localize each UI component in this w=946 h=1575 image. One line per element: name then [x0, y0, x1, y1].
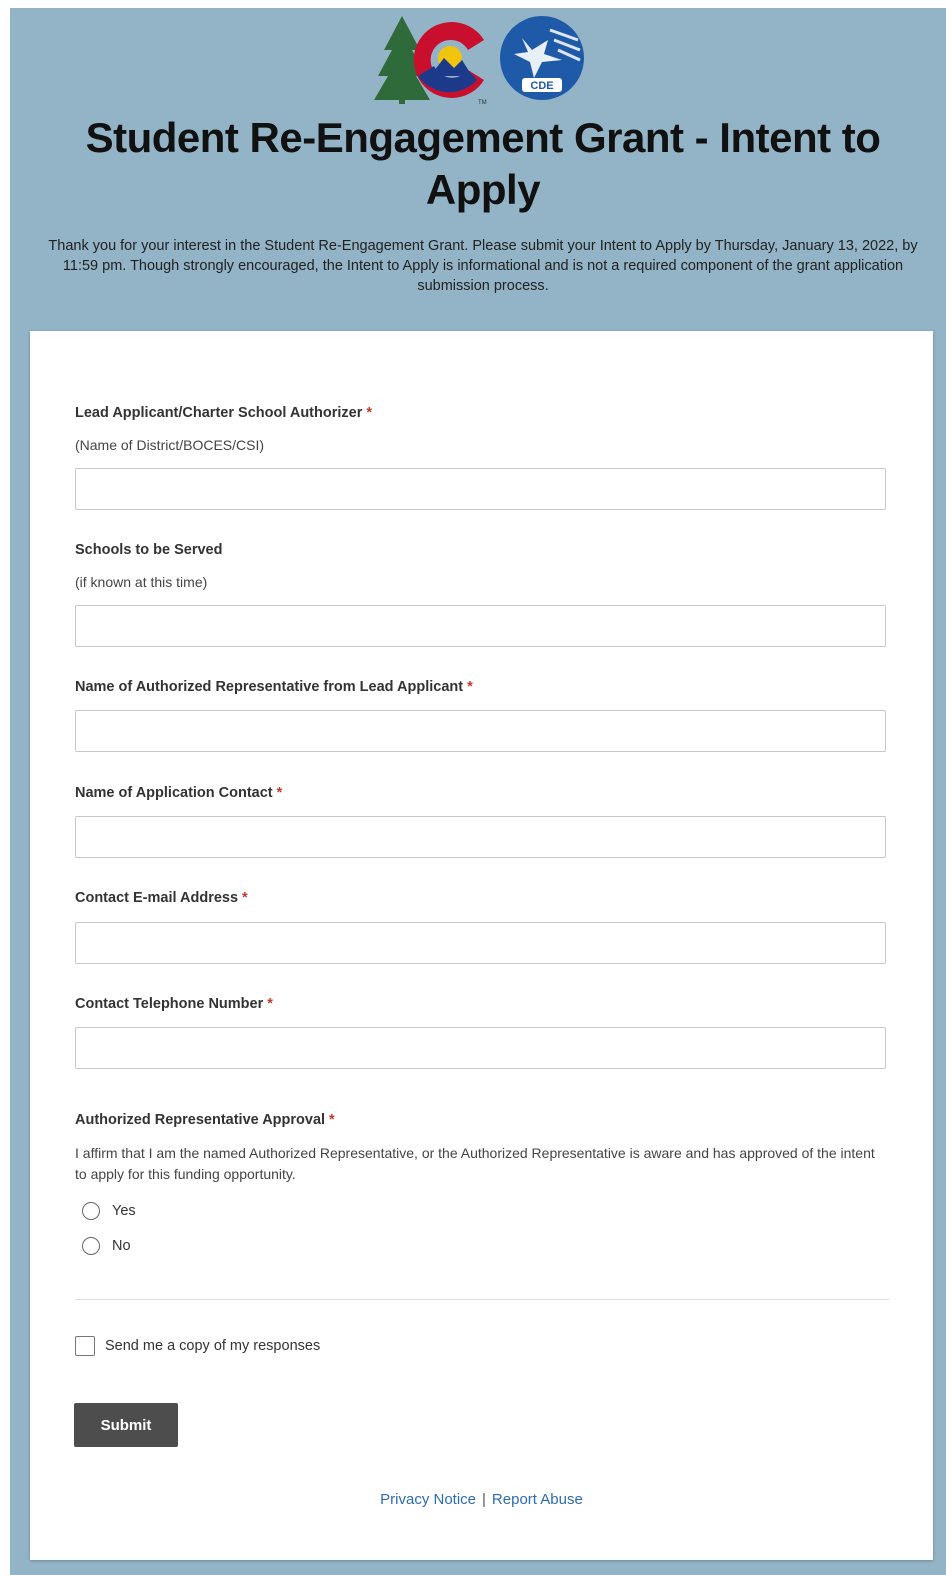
application-contact-input[interactable]: [75, 816, 886, 858]
field-label-email: Contact E-mail Address *: [75, 890, 248, 906]
schools-input[interactable]: [75, 605, 886, 647]
privacy-notice-link[interactable]: Privacy Notice: [380, 1491, 476, 1508]
radio-button-no[interactable]: [82, 1237, 100, 1255]
section-divider: [75, 1299, 889, 1300]
required-mark: *: [276, 785, 283, 801]
footer-links: Privacy Notice | Report Abuse: [30, 1491, 933, 1508]
telephone-input[interactable]: [75, 1027, 886, 1069]
radio-button-yes[interactable]: [82, 1202, 100, 1220]
logo-group: TM CDE: [372, 10, 592, 108]
required-mark: *: [242, 890, 248, 906]
page-title: Student Re-Engagement Grant - Intent to …: [85, 114, 881, 213]
trademark-mark: TM: [478, 100, 487, 106]
radio-option-yes[interactable]: Yes: [82, 1200, 136, 1222]
send-copy-checkbox[interactable]: [75, 1336, 95, 1356]
lead-applicant-input[interactable]: [75, 468, 886, 510]
send-copy-label: Send me a copy of my responses: [105, 1338, 321, 1354]
submit-button[interactable]: Submit: [74, 1403, 178, 1447]
required-mark: *: [329, 1112, 335, 1128]
field-label-lead-applicant: Lead Applicant/Charter School Authorizer…: [75, 405, 373, 421]
field-hint-schools: (if known at this time): [75, 574, 208, 590]
field-label-schools: Schools to be Served: [75, 542, 223, 558]
radio-option-no[interactable]: No: [82, 1235, 131, 1257]
send-copy-option[interactable]: Send me a copy of my responses: [75, 1335, 320, 1357]
cde-badge-text: CDE: [530, 80, 553, 92]
form-card: Lead Applicant/Charter School Authorizer…: [30, 331, 933, 1560]
required-mark: *: [267, 996, 273, 1012]
authorized-rep-input[interactable]: [75, 710, 886, 752]
field-label-application-contact: Name of Application Contact *: [75, 785, 283, 801]
field-label-approval: Authorized Representative Approval *: [75, 1112, 335, 1128]
field-label-telephone: Contact Telephone Number *: [75, 996, 273, 1012]
approval-description: I affirm that I am the named Authorized …: [75, 1145, 875, 1182]
required-mark: *: [467, 679, 473, 695]
field-label-authorized-rep: Name of Authorized Representative from L…: [75, 679, 473, 695]
radio-label-yes: Yes: [112, 1203, 136, 1219]
radio-label-no: No: [112, 1238, 131, 1254]
intro-text: Thank you for your interest in the Stude…: [48, 238, 918, 294]
required-mark: *: [366, 405, 373, 421]
footer-separator: |: [482, 1491, 486, 1508]
email-input[interactable]: [75, 922, 886, 964]
colorado-logo: TM CDE: [374, 16, 584, 106]
report-abuse-link[interactable]: Report Abuse: [492, 1491, 583, 1508]
field-hint-lead-applicant: (Name of District/BOCES/CSI): [75, 437, 265, 453]
